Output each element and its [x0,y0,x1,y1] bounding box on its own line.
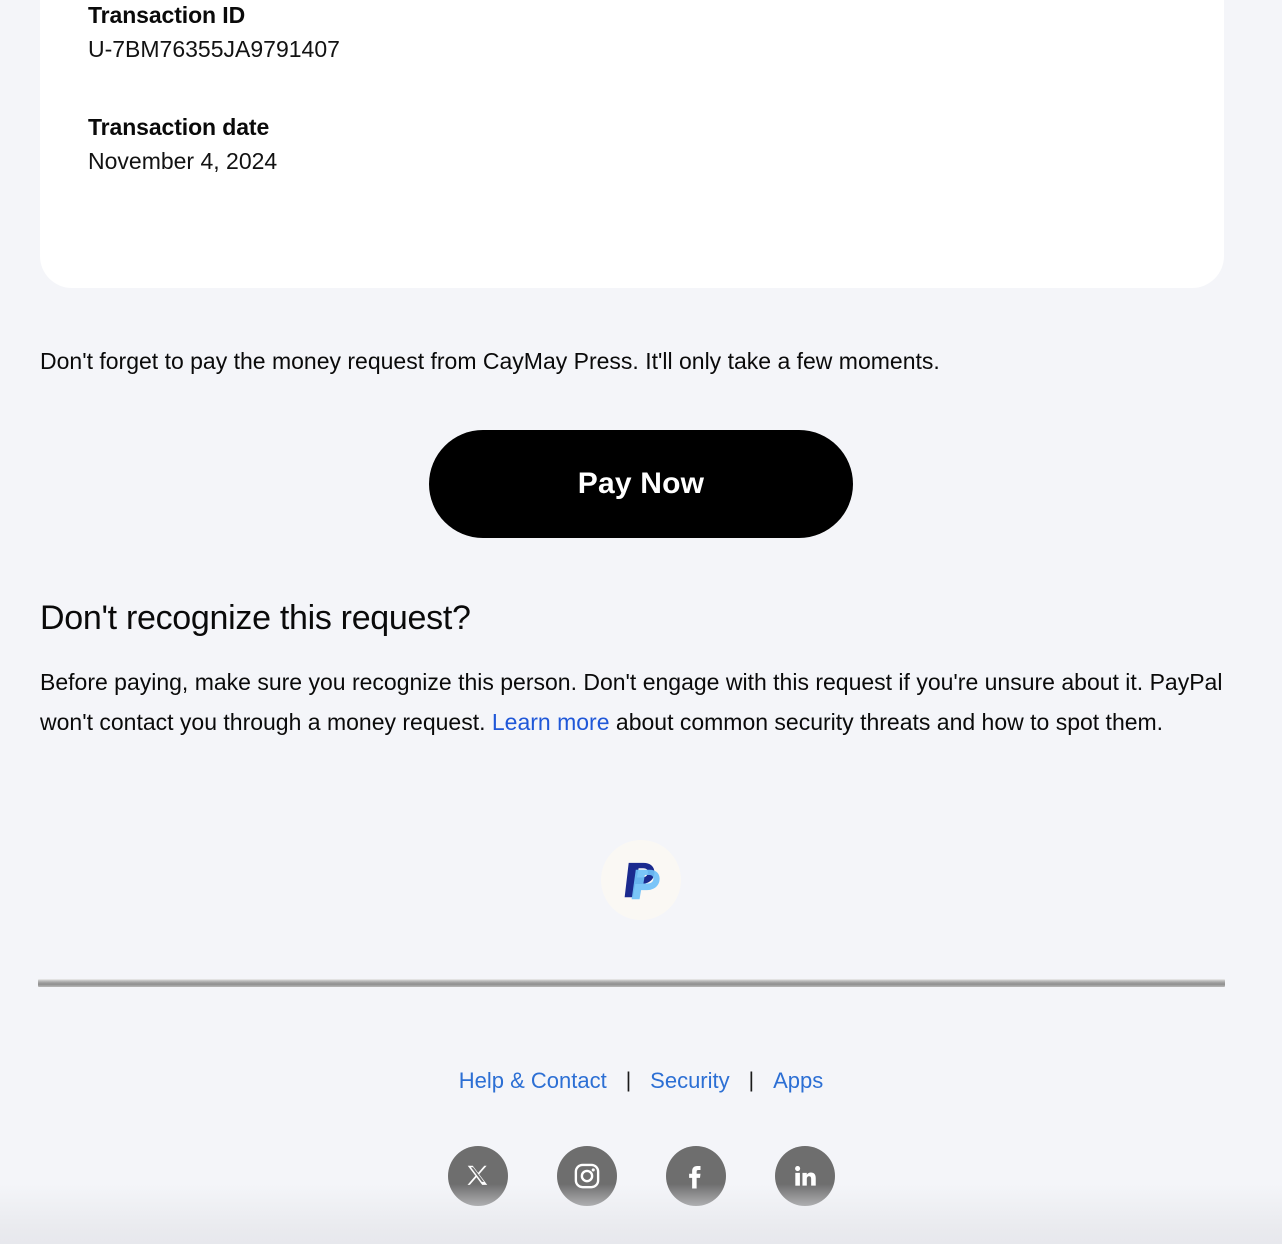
transaction-id-field: Transaction ID U-7BM76355JA9791407 [88,0,1176,68]
horizontal-scrollbar[interactable] [38,979,1225,987]
pay-now-button-container: Pay Now [0,430,1282,538]
transaction-id-label: Transaction ID [88,2,246,28]
help-and-contact-link[interactable]: Help & Contact [459,1066,607,1096]
dont-recognize-heading: Don't recognize this request? [40,599,471,637]
dont-recognize-body: Before paying, make sure you recognize t… [40,662,1228,742]
instagram-icon[interactable] [556,1146,617,1206]
footer-links: Help & Contact | Security | Apps [0,1066,1282,1096]
apps-link[interactable]: Apps [773,1066,823,1096]
paypal-logo-icon [601,840,681,920]
transaction-date-label: Transaction date [88,114,270,140]
footer-separator-1: | [625,1069,632,1092]
security-link[interactable]: Security [650,1066,729,1096]
transaction-date-field: Transaction date November 4, 2024 [88,112,1176,180]
transaction-id-value: U-7BM76355JA9791407 [88,36,340,62]
facebook-icon[interactable] [665,1146,726,1206]
x-twitter-icon[interactable] [447,1146,508,1206]
social-links-row [0,1146,1282,1206]
brand-logo-container [0,840,1282,920]
linkedin-icon[interactable] [774,1146,835,1206]
learn-more-link[interactable]: Learn more [492,709,610,735]
payment-reminder-text: Don't forget to pay the money request fr… [40,348,940,374]
transaction-date-value: November 4, 2024 [88,148,278,174]
transaction-details-card: Transaction ID U-7BM76355JA9791407 Trans… [40,0,1224,288]
dont-recognize-section: Don't recognize this request? Before pay… [40,596,1228,742]
pay-now-button[interactable]: Pay Now [429,430,853,538]
dont-recognize-body-part-2: about common security threats and how to… [609,709,1164,735]
footer-separator-2: | [748,1069,755,1092]
